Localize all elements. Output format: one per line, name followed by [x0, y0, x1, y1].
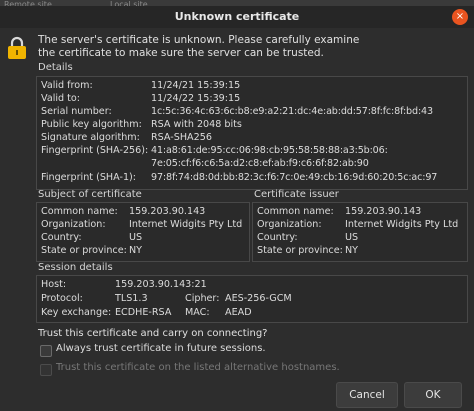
- issuer-box: Common name: 159.203.90.143 Organization…: [252, 202, 468, 262]
- always-trust-checkbox[interactable]: [40, 345, 52, 357]
- alt-hostnames-label: Trust this certificate on the listed alt…: [56, 362, 340, 373]
- warning-message-line: The server's certificate is unknown. Ple…: [38, 34, 360, 46]
- issuer-title: Certificate issuer: [254, 189, 339, 200]
- session-box: Host: 159.203.90.143:21 Protocol: TLS1.3…: [36, 275, 468, 323]
- always-trust-label[interactable]: Always trust certificate in future sessi…: [56, 343, 266, 354]
- subject-title: Subject of certificate: [38, 189, 142, 200]
- details-box: Valid from: 11/24/21 15:39:15 Valid to: …: [36, 76, 468, 190]
- warning-message-line: the certificate to make sure the server …: [38, 47, 324, 59]
- close-icon: ×: [455, 11, 465, 22]
- unknown-certificate-dialog: Unknown certificate × The server's certi…: [0, 6, 474, 411]
- dialog-titlebar: Unknown certificate ×: [0, 6, 474, 28]
- dialog-title: Unknown certificate: [174, 10, 300, 23]
- lock-icon: [8, 36, 26, 59]
- session-title: Session details: [38, 262, 113, 273]
- details-title: Details: [38, 62, 73, 73]
- ok-button[interactable]: OK: [404, 382, 462, 408]
- cancel-button[interactable]: Cancel: [336, 382, 398, 408]
- alt-hostnames-checkbox: [40, 364, 52, 376]
- trust-question: Trust this certificate and carry on conn…: [38, 328, 268, 339]
- close-button[interactable]: ×: [452, 9, 468, 25]
- subject-box: Common name: 159.203.90.143 Organization…: [36, 202, 250, 262]
- warning-message: The server's certificate is unknown. Ple…: [38, 34, 458, 60]
